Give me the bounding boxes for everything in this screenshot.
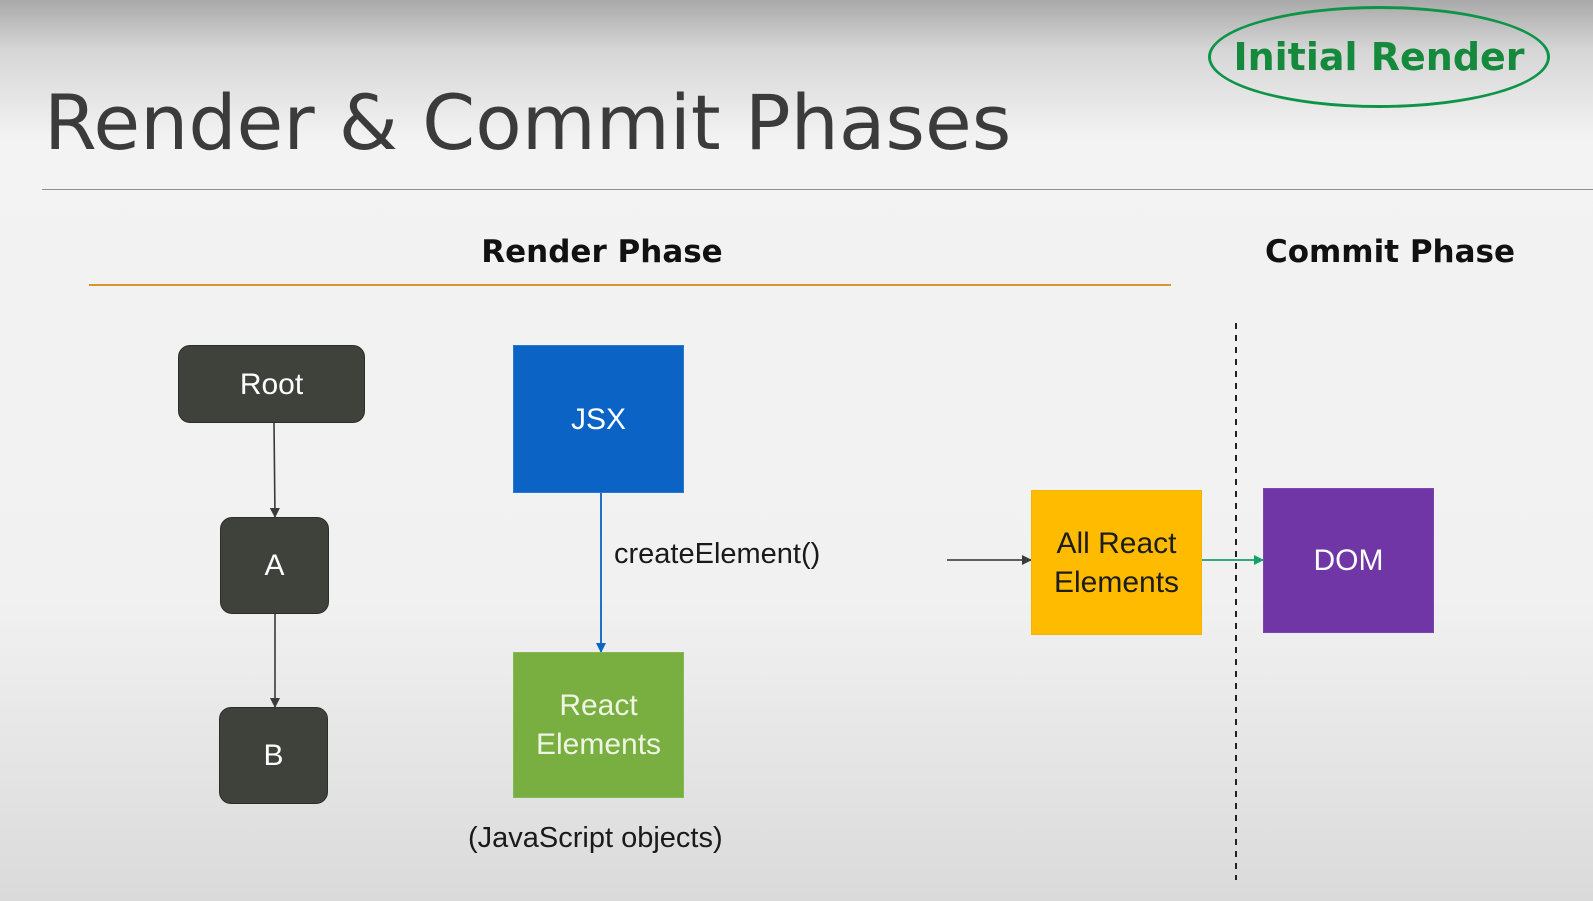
react-elements-label: React Elements (535, 689, 662, 761)
tree-node-a-label: A (264, 549, 285, 582)
all-react-elements-label: All React Elements (1053, 526, 1180, 599)
create-element-label: createElement() (614, 538, 821, 570)
commit-phase-heading: Commit Phase (1264, 234, 1516, 270)
dom-box: DOM (1263, 488, 1434, 633)
title-divider (42, 189, 1593, 190)
jsx-box: JSX (513, 345, 684, 493)
tree-node-root-label: Root (239, 367, 304, 401)
javascript-objects-caption: (JavaScript objects) (468, 822, 723, 854)
tree-node-a: A (220, 517, 329, 614)
initial-render-badge: Initial Render (1208, 6, 1550, 108)
react-elements-box: React Elements (513, 652, 684, 798)
all-react-elements-box: All React Elements (1031, 490, 1202, 635)
slide: Render & Commit Phases Initial Render Re… (0, 0, 1593, 901)
tree-node-b: B (219, 707, 328, 804)
tree-node-b-label: B (263, 739, 284, 772)
render-phase-heading: Render Phase (481, 234, 723, 270)
dom-label: DOM (1313, 544, 1384, 577)
page-title: Render & Commit Phases (44, 78, 1012, 167)
jsx-label: JSX (570, 402, 627, 436)
tree-node-root: Root (178, 345, 365, 423)
badge-label: Initial Render (1233, 35, 1525, 79)
edge-root-to-a (269, 422, 280, 518)
render-phase-underline (89, 284, 1171, 286)
